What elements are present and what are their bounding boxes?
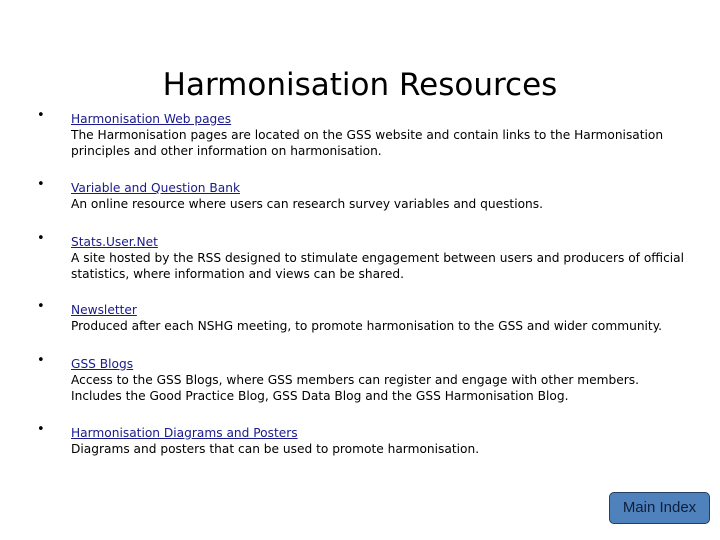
resource-description: Produced after each NSHG meeting, to pro… xyxy=(71,319,663,333)
resource-link-harmonisation-web-pages[interactable]: Harmonisation Web pages xyxy=(71,111,231,127)
main-index-button[interactable]: Main Index xyxy=(609,492,710,524)
bullet-icon: • xyxy=(37,177,45,192)
resource-description: A site hosted by the RSS designed to sti… xyxy=(71,251,685,281)
resource-link-variable-question-bank[interactable]: Variable and Question Bank xyxy=(71,180,240,196)
resource-description: Access to the GSS Blogs, where GSS membe… xyxy=(71,373,639,403)
resource-description: An online resource where users can resea… xyxy=(71,197,544,211)
resource-link-stats-user-net[interactable]: Stats.User.Net xyxy=(71,234,158,250)
bullet-icon: • xyxy=(37,231,45,246)
bullet-icon: • xyxy=(37,108,45,123)
resource-description: Diagrams and posters that can be used to… xyxy=(71,442,480,456)
resource-link-diagrams-posters[interactable]: Harmonisation Diagrams and Posters xyxy=(71,425,298,441)
page-title: Harmonisation Resources xyxy=(162,66,558,103)
resource-link-newsletter[interactable]: Newsletter xyxy=(71,302,137,318)
resource-description: The Harmonisation pages are located on t… xyxy=(71,128,664,158)
resource-link-gss-blogs[interactable]: GSS Blogs xyxy=(71,356,133,372)
bullet-icon: • xyxy=(37,422,45,437)
bullet-icon: • xyxy=(37,353,45,368)
bullet-icon: • xyxy=(37,299,45,314)
